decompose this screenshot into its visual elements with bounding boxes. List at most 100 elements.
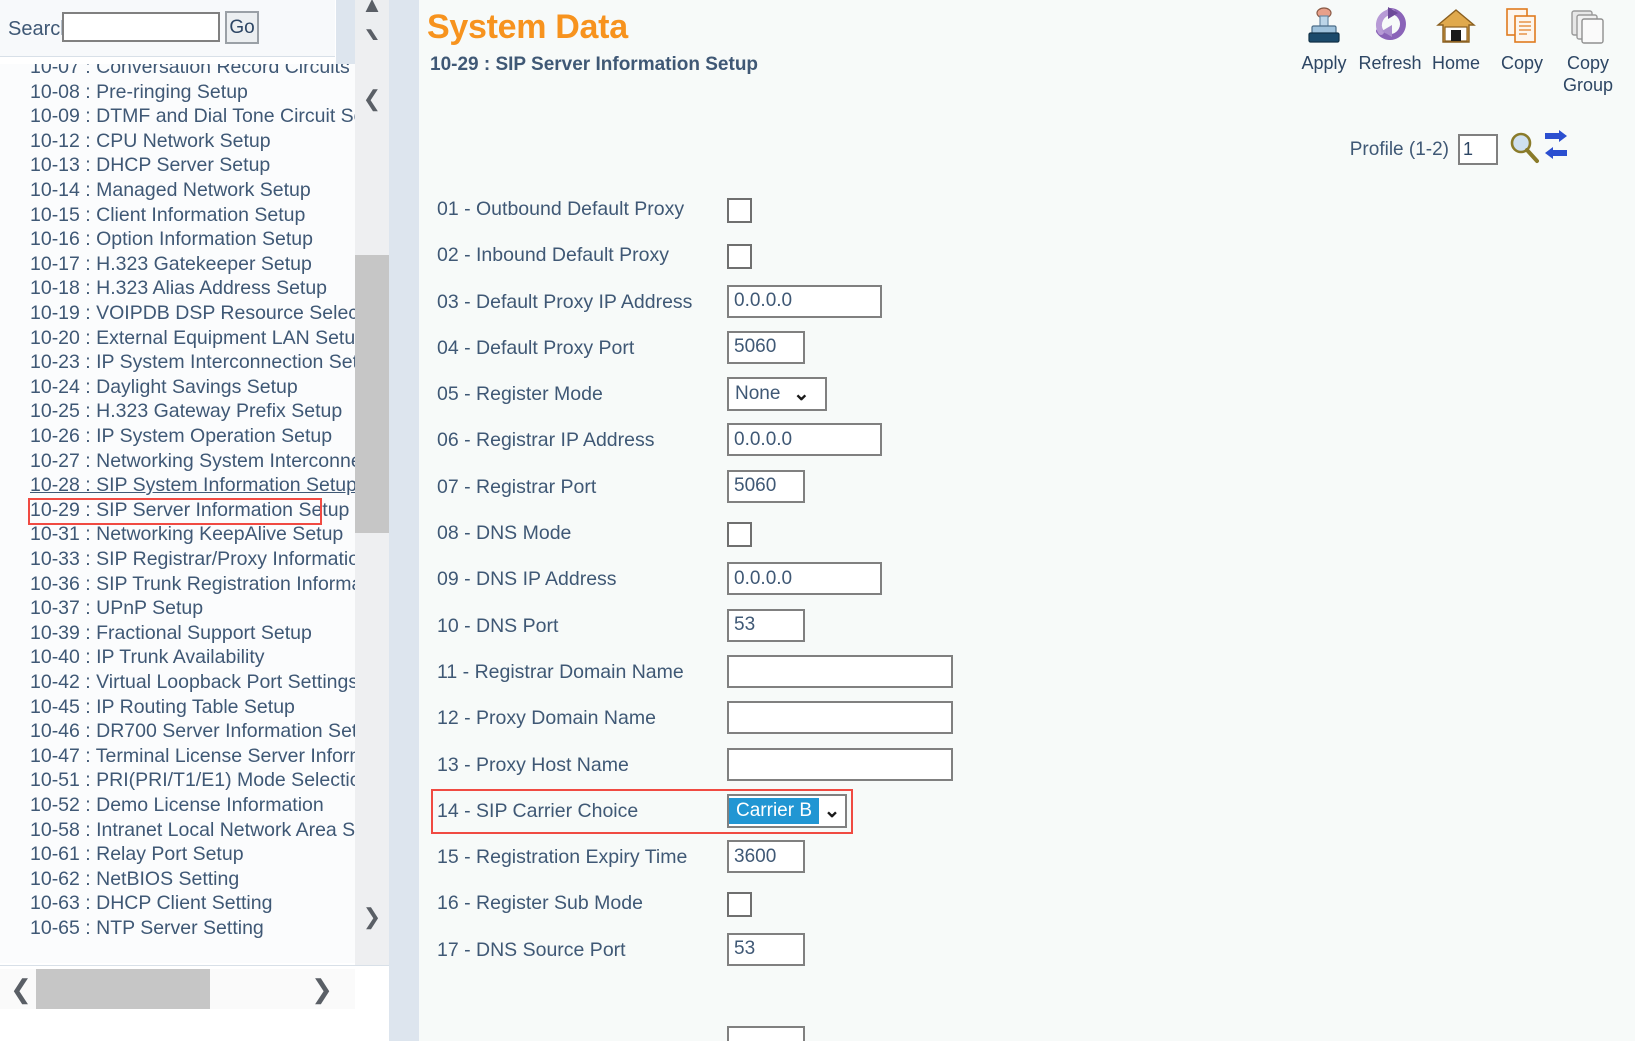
toolbar: Apply Refresh Home Copy Copy Group bbox=[1291, 6, 1621, 96]
sidebar-item[interactable]: 10-23 : IP System Interconnection Setup bbox=[30, 351, 355, 376]
sidebar-item[interactable]: 10-63 : DHCP Client Setting bbox=[30, 892, 272, 917]
chevron-right-icon[interactable]: ❯ bbox=[305, 972, 339, 1006]
checkbox[interactable] bbox=[727, 198, 752, 223]
checkbox[interactable] bbox=[727, 244, 752, 270]
form-row: 15 - Registration Expiry Time bbox=[419, 838, 1635, 884]
form-row: 06 - Registrar IP Address bbox=[419, 421, 1635, 467]
form-row-label: 05 - Register Mode bbox=[437, 383, 603, 406]
refresh-button[interactable]: Refresh bbox=[1357, 6, 1423, 74]
sidebar-item[interactable]: 10-16 : Option Information Setup bbox=[30, 228, 313, 253]
text-input[interactable] bbox=[727, 562, 882, 596]
sidebar-item[interactable]: 10-31 : Networking KeepAlive Setup bbox=[30, 523, 343, 548]
sidebar-item[interactable]: 10-45 : IP Routing Table Setup bbox=[30, 696, 295, 721]
sidebar-item[interactable]: 10-26 : IP System Operation Setup bbox=[30, 425, 332, 450]
sidebar-item[interactable]: 10-33 : SIP Registrar/Proxy Information … bbox=[30, 548, 355, 573]
sidebar-horizontal-scrollbar[interactable]: ❮ ❯ bbox=[0, 965, 389, 1041]
form-row-label: 14 - SIP Carrier Choice bbox=[437, 799, 639, 822]
text-input[interactable] bbox=[727, 701, 953, 735]
profile-input[interactable] bbox=[1458, 134, 1498, 165]
form-row-label: 02 - Inbound Default Proxy bbox=[437, 244, 669, 267]
refresh-icon bbox=[1357, 6, 1423, 52]
dropdown[interactable]: Carrier B ⌄ bbox=[727, 793, 848, 828]
sidebar-item[interactable]: 10-19 : VOIPDB DSP Resource Selection bbox=[30, 302, 355, 327]
sidebar-item[interactable]: 10-28 : SIP System Information Setup bbox=[30, 474, 355, 499]
sidebar-item[interactable]: 10-51 : PRI(PRI/T1/E1) Mode Selection bbox=[30, 769, 355, 794]
next-field-partial[interactable] bbox=[727, 1026, 805, 1041]
text-input[interactable] bbox=[727, 840, 805, 874]
sidebar-item[interactable]: 10-62 : NetBIOS Setting bbox=[30, 868, 239, 893]
text-input[interactable] bbox=[727, 932, 805, 966]
sidebar-item[interactable]: 10-52 : Demo License Information bbox=[30, 794, 324, 819]
text-input[interactable] bbox=[727, 423, 882, 457]
sidebar-item[interactable]: 10-40 : IP Trunk Availability bbox=[30, 646, 265, 671]
search-input[interactable] bbox=[62, 12, 220, 42]
sidebar-item[interactable]: 10-17 : H.323 Gatekeeper Setup bbox=[30, 253, 312, 278]
dropdown[interactable]: None ⌄ bbox=[727, 377, 827, 412]
checkbox[interactable] bbox=[727, 892, 752, 918]
sidebar-item[interactable]: 10-07 : Conversation Record Circuits bbox=[30, 64, 350, 81]
apply-button[interactable]: Apply bbox=[1291, 6, 1357, 74]
sidebar-item[interactable]: 10-39 : Fractional Support Setup bbox=[30, 622, 312, 647]
page-subtitle: 10-29 : SIP Server Information Setup bbox=[430, 54, 759, 75]
sidebar-item[interactable]: 10-47 : Terminal License Server Informat… bbox=[30, 745, 355, 770]
sidebar-item[interactable]: 10-09 : DTMF and Dial Tone Circuit Setup bbox=[30, 105, 355, 130]
form-row-label: 13 - Proxy Host Name bbox=[437, 753, 629, 776]
text-input[interactable] bbox=[727, 608, 805, 642]
settings-form: 01 - Outbound Default Proxy 02 - Inbound … bbox=[419, 190, 1635, 977]
sidebar-item[interactable]: 10-08 : Pre-ringing Setup bbox=[30, 81, 248, 106]
text-input[interactable] bbox=[727, 654, 953, 688]
form-row-label: 04 - Default Proxy Port bbox=[437, 336, 635, 359]
form-row-label: 03 - Default Proxy IP Address bbox=[437, 290, 693, 313]
chevron-down-icon[interactable]: ⌄ bbox=[788, 384, 814, 404]
form-row-label: 08 - DNS Mode bbox=[437, 522, 572, 545]
chevron-up-icon[interactable]: ▲ bbox=[355, 0, 389, 16]
form-row: 08 - DNS Mode bbox=[419, 514, 1635, 560]
copy-button[interactable]: Copy bbox=[1489, 6, 1555, 74]
home-button[interactable]: Home bbox=[1423, 6, 1489, 74]
form-row-field bbox=[727, 192, 752, 223]
copy-label: Copy bbox=[1500, 53, 1544, 73]
pane-divider bbox=[389, 0, 419, 1041]
sidebar-item[interactable]: 10-12 : CPU Network Setup bbox=[30, 130, 271, 155]
sidebar-scrollbar-thumb[interactable] bbox=[355, 255, 389, 533]
copy-group-button[interactable]: Copy Group bbox=[1555, 6, 1621, 96]
form-row-field bbox=[727, 238, 752, 270]
form-row-field: Carrier B ⌄ bbox=[727, 793, 848, 828]
sidebar-item[interactable]: 10-46 : DR700 Server Information Setup bbox=[30, 720, 355, 745]
text-input[interactable] bbox=[727, 469, 805, 503]
scroll-down-chevron-icon[interactable]: ❯ bbox=[355, 906, 389, 928]
main-panel: System Data 10-29 : SIP Server Informati… bbox=[419, 0, 1635, 1041]
page-root: Search Go ▲ ❯ 10-07 : Conversation Recor… bbox=[0, 0, 1635, 1041]
sidebar-item[interactable]: 10-58 : Intranet Local Network Area Setu… bbox=[30, 819, 355, 844]
sidebar-item[interactable]: 10-24 : Daylight Savings Setup bbox=[30, 376, 298, 401]
sidebar-item[interactable]: 10-37 : UPnP Setup bbox=[30, 597, 203, 622]
text-input[interactable] bbox=[727, 330, 805, 364]
sidebar-item[interactable]: 10-25 : H.323 Gateway Prefix Setup bbox=[30, 400, 342, 425]
magnifier-icon[interactable] bbox=[1507, 130, 1541, 169]
sidebar-item[interactable]: 10-14 : Managed Network Setup bbox=[30, 179, 311, 204]
hscroll-thumb[interactable] bbox=[36, 969, 210, 1009]
copy-group-icon bbox=[1555, 6, 1621, 52]
sidebar-item[interactable]: 10-65 : NTP Server Setting bbox=[30, 917, 264, 942]
form-row: 16 - Register Sub Mode bbox=[419, 884, 1635, 930]
next-prev-arrows-icon[interactable] bbox=[1543, 130, 1569, 169]
text-input[interactable] bbox=[727, 747, 953, 781]
checkbox[interactable] bbox=[727, 522, 752, 548]
scroll-up-chevron-icon[interactable]: ❮ bbox=[355, 88, 389, 110]
chevron-down-icon[interactable]: ⌄ bbox=[819, 801, 845, 821]
sidebar-item[interactable]: 10-29 : SIP Server Information Setup bbox=[30, 499, 349, 524]
form-row-field bbox=[727, 330, 805, 364]
sidebar-item[interactable]: 10-27 : Networking System Interconnectio… bbox=[30, 450, 355, 475]
sidebar-item[interactable]: 10-20 : External Equipment LAN Setup bbox=[30, 327, 355, 352]
text-input[interactable] bbox=[727, 284, 882, 318]
search-go-button[interactable]: Go bbox=[225, 11, 259, 44]
sidebar-item[interactable]: 10-61 : Relay Port Setup bbox=[30, 843, 244, 868]
sidebar-item[interactable]: 10-18 : H.323 Alias Address Setup bbox=[30, 277, 327, 302]
sidebar-item[interactable]: 10-42 : Virtual Loopback Port Settings bbox=[30, 671, 355, 696]
chevron-left-icon[interactable]: ❮ bbox=[4, 972, 38, 1006]
sidebar-item[interactable]: 10-13 : DHCP Server Setup bbox=[30, 154, 270, 179]
sidebar-item[interactable]: 10-15 : Client Information Setup bbox=[30, 204, 305, 229]
profile-nav-icons[interactable] bbox=[1507, 130, 1569, 169]
form-row: 02 - Inbound Default Proxy bbox=[419, 236, 1635, 282]
sidebar-item[interactable]: 10-36 : SIP Trunk Registration Informati… bbox=[30, 573, 355, 598]
